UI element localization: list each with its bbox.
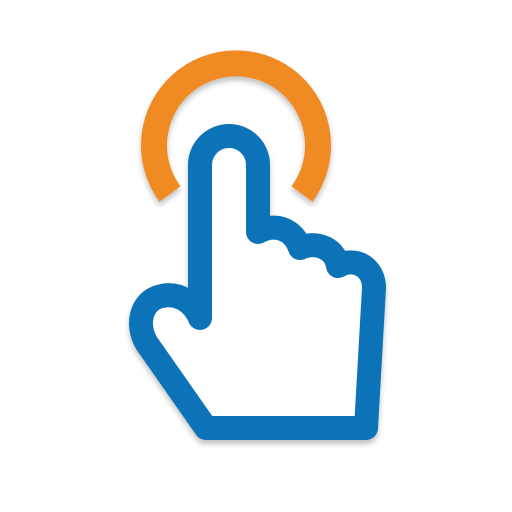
app-icon-canvas: [0, 0, 512, 512]
tap-gesture-icon: [129, 50, 386, 440]
